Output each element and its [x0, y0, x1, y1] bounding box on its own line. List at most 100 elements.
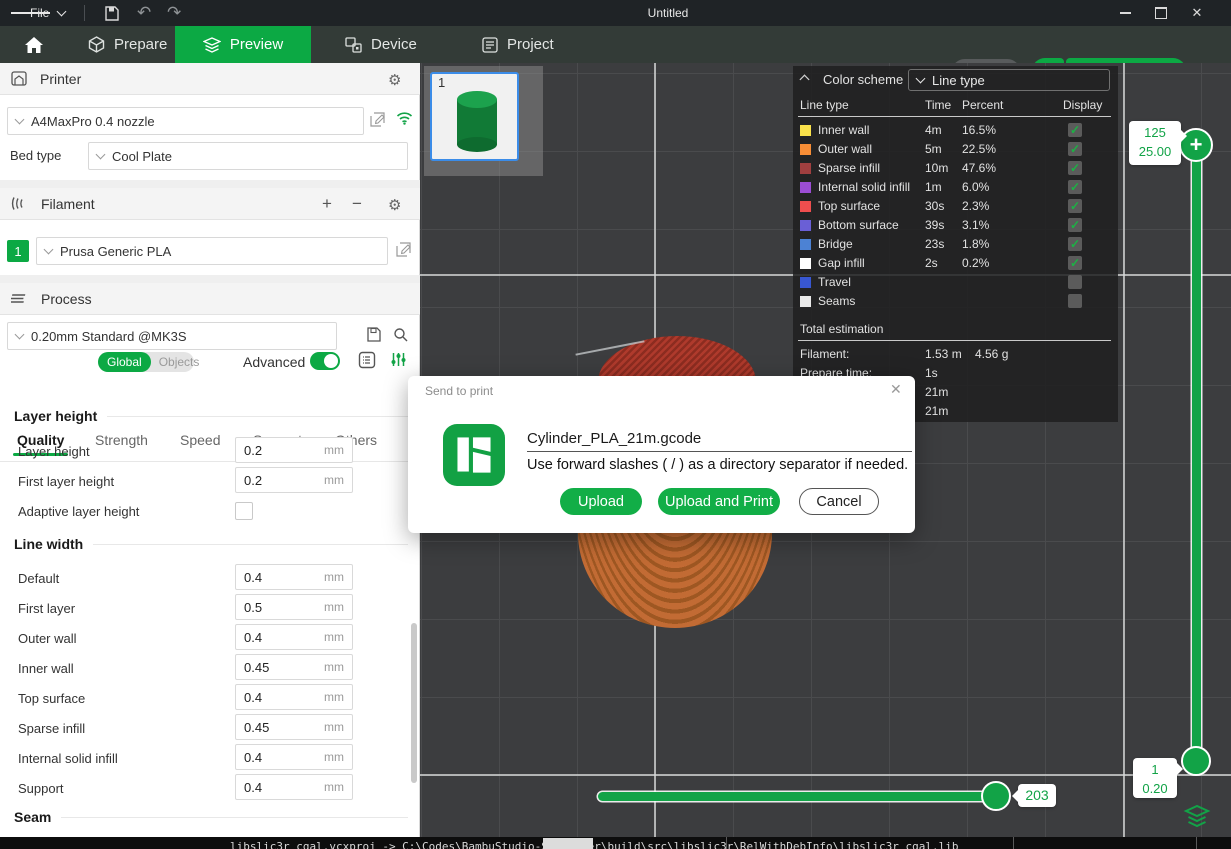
- display-checkbox[interactable]: [1068, 294, 1082, 308]
- save-icon[interactable]: [104, 0, 119, 26]
- legend-panel: Color scheme Line type Line type Time Pe…: [793, 66, 1118, 422]
- process-section-header: Process: [0, 283, 420, 315]
- remove-filament-icon[interactable]: −: [352, 194, 362, 214]
- printer-icon: [11, 71, 27, 86]
- redo-icon[interactable]: ↷: [167, 0, 181, 26]
- save-preset-icon[interactable]: [366, 327, 381, 342]
- chevron-down-icon: [916, 74, 926, 84]
- color-swatch: [800, 144, 811, 155]
- param-label: Layer height: [18, 444, 90, 459]
- process-title: Process: [41, 291, 92, 307]
- line-width-support-input[interactable]: 0.4mm: [235, 774, 353, 800]
- title-bar: File ↶ ↷ Untitled ✕: [0, 0, 1231, 26]
- plate-axis-line: [420, 774, 1231, 776]
- tab-strength[interactable]: Strength: [95, 432, 148, 448]
- display-checkbox[interactable]: ✓: [1068, 161, 1082, 175]
- wifi-connection-icon[interactable]: [396, 111, 413, 125]
- plate-axis-line: [1123, 63, 1125, 837]
- add-filament-icon[interactable]: +: [322, 194, 332, 214]
- top-layer-tooltip: 125 25.00: [1129, 121, 1181, 165]
- param-label: Internal solid infill: [18, 751, 118, 766]
- tab-speed[interactable]: Speed: [180, 432, 220, 448]
- project-icon: [482, 37, 498, 53]
- display-checkbox[interactable]: ✓: [1068, 123, 1082, 137]
- display-checkbox[interactable]: ✓: [1068, 218, 1082, 232]
- prepare-time-value: 1s: [925, 366, 938, 380]
- scope-objects[interactable]: Objects: [151, 352, 208, 372]
- maximize-icon[interactable]: [1144, 0, 1178, 26]
- file-menu-chevron-icon[interactable]: [58, 0, 65, 26]
- adaptive-layer-height-checkbox[interactable]: [235, 502, 253, 520]
- layers-mode-icon[interactable]: [1180, 798, 1214, 832]
- filename-input[interactable]: Cylinder_PLA_21m.gcode: [527, 426, 912, 452]
- line-width-top-surface-input[interactable]: 0.4mm: [235, 684, 353, 710]
- param-label: Outer wall: [18, 631, 77, 646]
- filament-slot-badge[interactable]: 1: [7, 240, 29, 262]
- edit-filament-icon[interactable]: [396, 242, 411, 257]
- top-layer-height: 25.00: [1129, 143, 1181, 162]
- edit-printer-icon[interactable]: [370, 112, 385, 127]
- bed-type-label: Bed type: [10, 148, 61, 163]
- layer-height-input[interactable]: 0.2mm: [235, 437, 353, 463]
- line-width-sparse-infill-input[interactable]: 0.45mm: [235, 714, 353, 740]
- upload-button[interactable]: Upload: [560, 488, 642, 515]
- titlebar-divider: [84, 5, 85, 21]
- line-width-outer-wall-input[interactable]: 0.4mm: [235, 624, 353, 650]
- line-width-inner-wall-input[interactable]: 0.45mm: [235, 654, 353, 680]
- filament-section-header: Filament + − ⚙: [0, 188, 420, 220]
- filament-settings-gear-icon[interactable]: ⚙: [388, 196, 401, 214]
- display-checkbox[interactable]: ✓: [1068, 142, 1082, 156]
- top-layer-number: 125: [1129, 124, 1181, 143]
- parameter-list-icon[interactable]: [358, 351, 376, 369]
- scope-global[interactable]: Global: [98, 352, 151, 372]
- panel-scrollbar[interactable]: [411, 623, 417, 783]
- printer-preset-dropdown[interactable]: A4MaxPro 0.4 nozzle: [7, 107, 364, 135]
- first-layer-height-input[interactable]: 0.2mm: [235, 467, 353, 493]
- display-checkbox[interactable]: ✓: [1068, 199, 1082, 213]
- view-mode-dropdown[interactable]: Line type: [908, 69, 1110, 91]
- main-nav-bar: Prepare Preview Device Project Slice Sen…: [0, 26, 1231, 63]
- dialog-hint-text: Use forward slashes ( / ) as a directory…: [527, 457, 908, 473]
- tab-preview[interactable]: Preview: [175, 26, 311, 63]
- printer-settings-gear-icon[interactable]: ⚙: [388, 71, 401, 89]
- home-tab[interactable]: [14, 26, 54, 63]
- advanced-toggle[interactable]: [310, 352, 340, 370]
- line-width-internal-solid-input[interactable]: 0.4mm: [235, 744, 353, 770]
- upload-and-print-button[interactable]: Upload and Print: [658, 488, 780, 515]
- cancel-button[interactable]: Cancel: [799, 488, 879, 515]
- color-swatch: [800, 182, 811, 193]
- param-label: Adaptive layer height: [18, 504, 139, 519]
- move-range-slider[interactable]: [598, 792, 998, 801]
- tab-prepare[interactable]: Prepare: [66, 26, 189, 63]
- bed-type-dropdown[interactable]: Cool Plate: [88, 142, 408, 170]
- legend-row: Internal solid infill 1m 6.0% ✓: [793, 178, 1118, 197]
- search-icon[interactable]: [393, 327, 408, 342]
- minimize-icon[interactable]: [1108, 0, 1142, 26]
- layer-slider-bottom-handle[interactable]: [1181, 746, 1211, 776]
- close-icon[interactable]: ✕: [1180, 0, 1214, 26]
- move-slider-handle[interactable]: [981, 781, 1011, 811]
- display-checkbox[interactable]: ✓: [1068, 237, 1082, 251]
- printer-host-logo: [443, 424, 505, 486]
- tab-device[interactable]: Device: [335, 26, 427, 63]
- tab-project[interactable]: Project: [472, 26, 564, 63]
- display-checkbox[interactable]: [1068, 275, 1082, 289]
- undo-icon[interactable]: ↶: [137, 0, 151, 26]
- display-checkbox[interactable]: ✓: [1068, 180, 1082, 194]
- line-width-default-input[interactable]: 0.4mm: [235, 564, 353, 590]
- process-preset-dropdown[interactable]: 0.20mm Standard @MK3S: [7, 322, 337, 350]
- layer-range-slider[interactable]: [1192, 145, 1201, 761]
- display-checkbox[interactable]: ✓: [1068, 256, 1082, 270]
- collapse-panel-icon[interactable]: [801, 72, 808, 86]
- file-menu[interactable]: File: [30, 0, 49, 26]
- line-width-first-layer-input[interactable]: 0.5mm: [235, 594, 353, 620]
- dialog-close-icon[interactable]: ✕: [890, 381, 902, 398]
- process-scope-toggle[interactable]: Global Objects: [98, 352, 194, 372]
- parameter-tune-icon[interactable]: [390, 351, 407, 368]
- preview-layers-icon: [203, 37, 221, 53]
- process-icon: [11, 291, 28, 306]
- color-swatch: [800, 220, 811, 231]
- section-gap: [0, 275, 420, 283]
- filament-preset-dropdown[interactable]: Prusa Generic PLA: [36, 237, 388, 265]
- col-header-time: Time: [925, 98, 951, 112]
